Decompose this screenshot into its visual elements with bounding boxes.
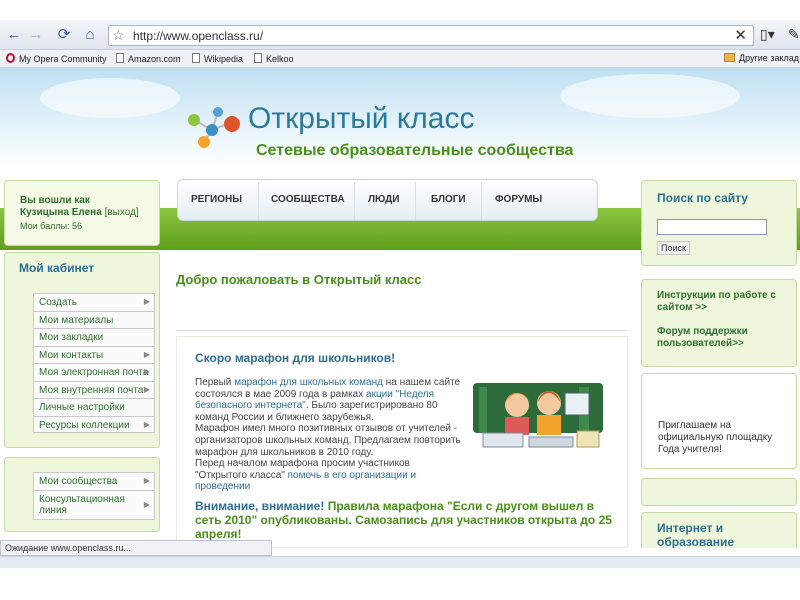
menu-my-bookmarks[interactable]: Мои закладки: [33, 328, 155, 346]
menu-settings[interactable]: Личные настройки: [33, 398, 155, 416]
main-nav: РЕГИОНЫ СООБЩЕСТВА ЛЮДИ БЛОГИ ФОРУМЫ: [177, 179, 598, 221]
bookmark-item[interactable]: Kelkoo: [254, 53, 294, 64]
logout-link[interactable]: [выход]: [105, 207, 139, 218]
attention-announcement: Внимание, внимание! Правила марафона "Ес…: [195, 499, 612, 541]
marathon-link[interactable]: марафон для школьных команд: [234, 377, 383, 388]
web-page: Открытый класс Сетевые образовательные с…: [0, 68, 800, 548]
search-panel: Поиск по сайту Поиск: [641, 180, 797, 266]
opera-icon: [6, 53, 15, 63]
status-bar: Ожидание www.openclass.ru...: [0, 540, 272, 556]
nav-forums[interactable]: ФОРУМЫ: [495, 194, 542, 205]
news-box: Скоро марафон для школьников! Первый мар…: [176, 336, 628, 548]
page-icon: [254, 53, 262, 63]
menu-my-materials[interactable]: Мои материалы: [33, 310, 155, 328]
browser-bottom-strip: [0, 556, 800, 568]
bookmark-item[interactable]: My Opera Community: [6, 53, 107, 64]
menu-consult-line[interactable]: Консультационная линия ▶: [33, 489, 155, 520]
cabinet-menu: Создать ▶ Мои материалы Мои закладки Мои …: [33, 293, 155, 433]
address-url[interactable]: http://www.openclass.ru/: [133, 29, 263, 43]
window-top: [0, 0, 800, 20]
cloud-decoration: [40, 78, 180, 118]
user-points: Мои баллы: 56: [20, 221, 83, 231]
arrow-right-icon: ▶: [143, 367, 150, 376]
welcome-heading: Добро пожаловать в Открытый класс: [176, 272, 422, 287]
login-box: Вы вошли как Кузицына Елена [выход] Мои …: [4, 180, 160, 246]
support-forum-link[interactable]: Форум поддержки пользователей>>: [657, 326, 796, 350]
search-button[interactable]: Поиск: [657, 241, 690, 255]
arrow-right-icon: ▶: [143, 499, 150, 509]
page-menu-icon[interactable]: ▯▾: [760, 26, 775, 43]
page-icon: [192, 53, 200, 63]
internet-education-title: Интернет и образование: [657, 521, 735, 548]
menu-my-communities[interactable]: Мои сообщества ▶: [33, 472, 155, 490]
menu-create[interactable]: Создать ▶: [33, 293, 155, 311]
arrow-right-icon: ▶: [143, 384, 150, 394]
bookmark-star-icon[interactable]: ☆: [112, 27, 125, 44]
other-bookmarks[interactable]: Другие заклад: [724, 53, 799, 63]
menu-collection[interactable]: Ресурсы коллекции ▶: [33, 415, 155, 433]
site-title: Открытый класс: [248, 102, 475, 135]
search-input[interactable]: [657, 219, 767, 235]
browser-toolbar: ← → ⟳ ⌂ ☆ http://www.openclass.ru/ ✕ ▯▾ …: [0, 20, 800, 50]
tools-icon[interactable]: ✎: [788, 26, 800, 43]
search-title: Поиск по сайту: [657, 191, 748, 205]
nav-people[interactable]: ЛЮДИ: [368, 194, 399, 205]
bookmark-item[interactable]: Amazon.com: [116, 53, 181, 64]
teacher-year-text[interactable]: Приглашаем на официальную площадку Года …: [658, 420, 796, 456]
page-icon: [116, 53, 124, 63]
back-icon[interactable]: ←: [4, 26, 24, 44]
bookmarks-bar: My Opera Community Amazon.com Wikipedia …: [0, 50, 800, 68]
news-text: Первый марафон для школьных команд на на…: [195, 377, 461, 493]
empty-panel: [641, 478, 797, 506]
home-icon[interactable]: ⌂: [80, 26, 100, 44]
nav-blogs[interactable]: БЛОГИ: [431, 194, 466, 205]
address-bar[interactable]: ☆ http://www.openclass.ru/ ✕: [108, 25, 754, 46]
my-cabinet-title: Мой кабинет: [19, 261, 95, 275]
login-label: Вы вошли как: [20, 195, 90, 206]
communities-panel: Мои сообщества ▶ Консультационная линия ▶: [4, 457, 160, 532]
molecule-logo-icon: [188, 107, 240, 148]
my-cabinet-panel: Мой кабинет Создать ▶ Мои материалы Мои з…: [4, 252, 160, 448]
instructions-link[interactable]: Инструкции по работе с сайтом >>: [657, 290, 796, 314]
forward-icon[interactable]: →: [26, 26, 46, 44]
nav-separator: [481, 182, 482, 220]
folder-icon: [724, 53, 735, 62]
login-user-line: Кузицына Елена [выход]: [20, 207, 139, 218]
kids-computer-illustration: [469, 377, 607, 457]
nav-separator: [258, 182, 259, 220]
menu-internal-mail[interactable]: Моя внутренняя почта ▶: [33, 380, 155, 398]
instructions-panel: Инструкции по работе с сайтом >> Форум п…: [641, 279, 797, 367]
arrow-right-icon: ▶: [143, 297, 150, 306]
communities-menu: Мои сообщества ▶ Консультационная линия ▶: [33, 472, 155, 520]
reload-icon[interactable]: ⟳: [54, 26, 74, 44]
nav-separator: [415, 182, 416, 220]
nav-separator: [354, 182, 355, 220]
bookmark-item[interactable]: Wikipedia: [192, 53, 243, 64]
close-icon[interactable]: ✕: [734, 26, 747, 44]
internet-education-panel: Интернет и образование: [641, 512, 797, 548]
news-title[interactable]: Скоро марафон для школьников!: [195, 351, 395, 365]
teacher-year-panel: Приглашаем на официальную площадку Года …: [641, 373, 797, 469]
arrow-right-icon: ▶: [143, 349, 150, 359]
content-divider: [176, 330, 628, 331]
site-logo[interactable]: Открытый класс Сетевые образовательные с…: [180, 98, 600, 168]
arrow-right-icon: ▶: [143, 419, 150, 429]
nav-regions[interactable]: РЕГИОНЫ: [191, 194, 242, 205]
menu-my-contacts[interactable]: Мои контакты ▶: [33, 345, 155, 363]
nav-communities[interactable]: СООБЩЕСТВА: [271, 194, 345, 205]
arrow-right-icon: ▶: [143, 476, 150, 485]
menu-email[interactable]: Моя электронная почта ▶: [33, 363, 155, 381]
site-subtitle: Сетевые образовательные сообщества: [256, 142, 574, 159]
user-name[interactable]: Кузицына Елена: [20, 207, 102, 218]
